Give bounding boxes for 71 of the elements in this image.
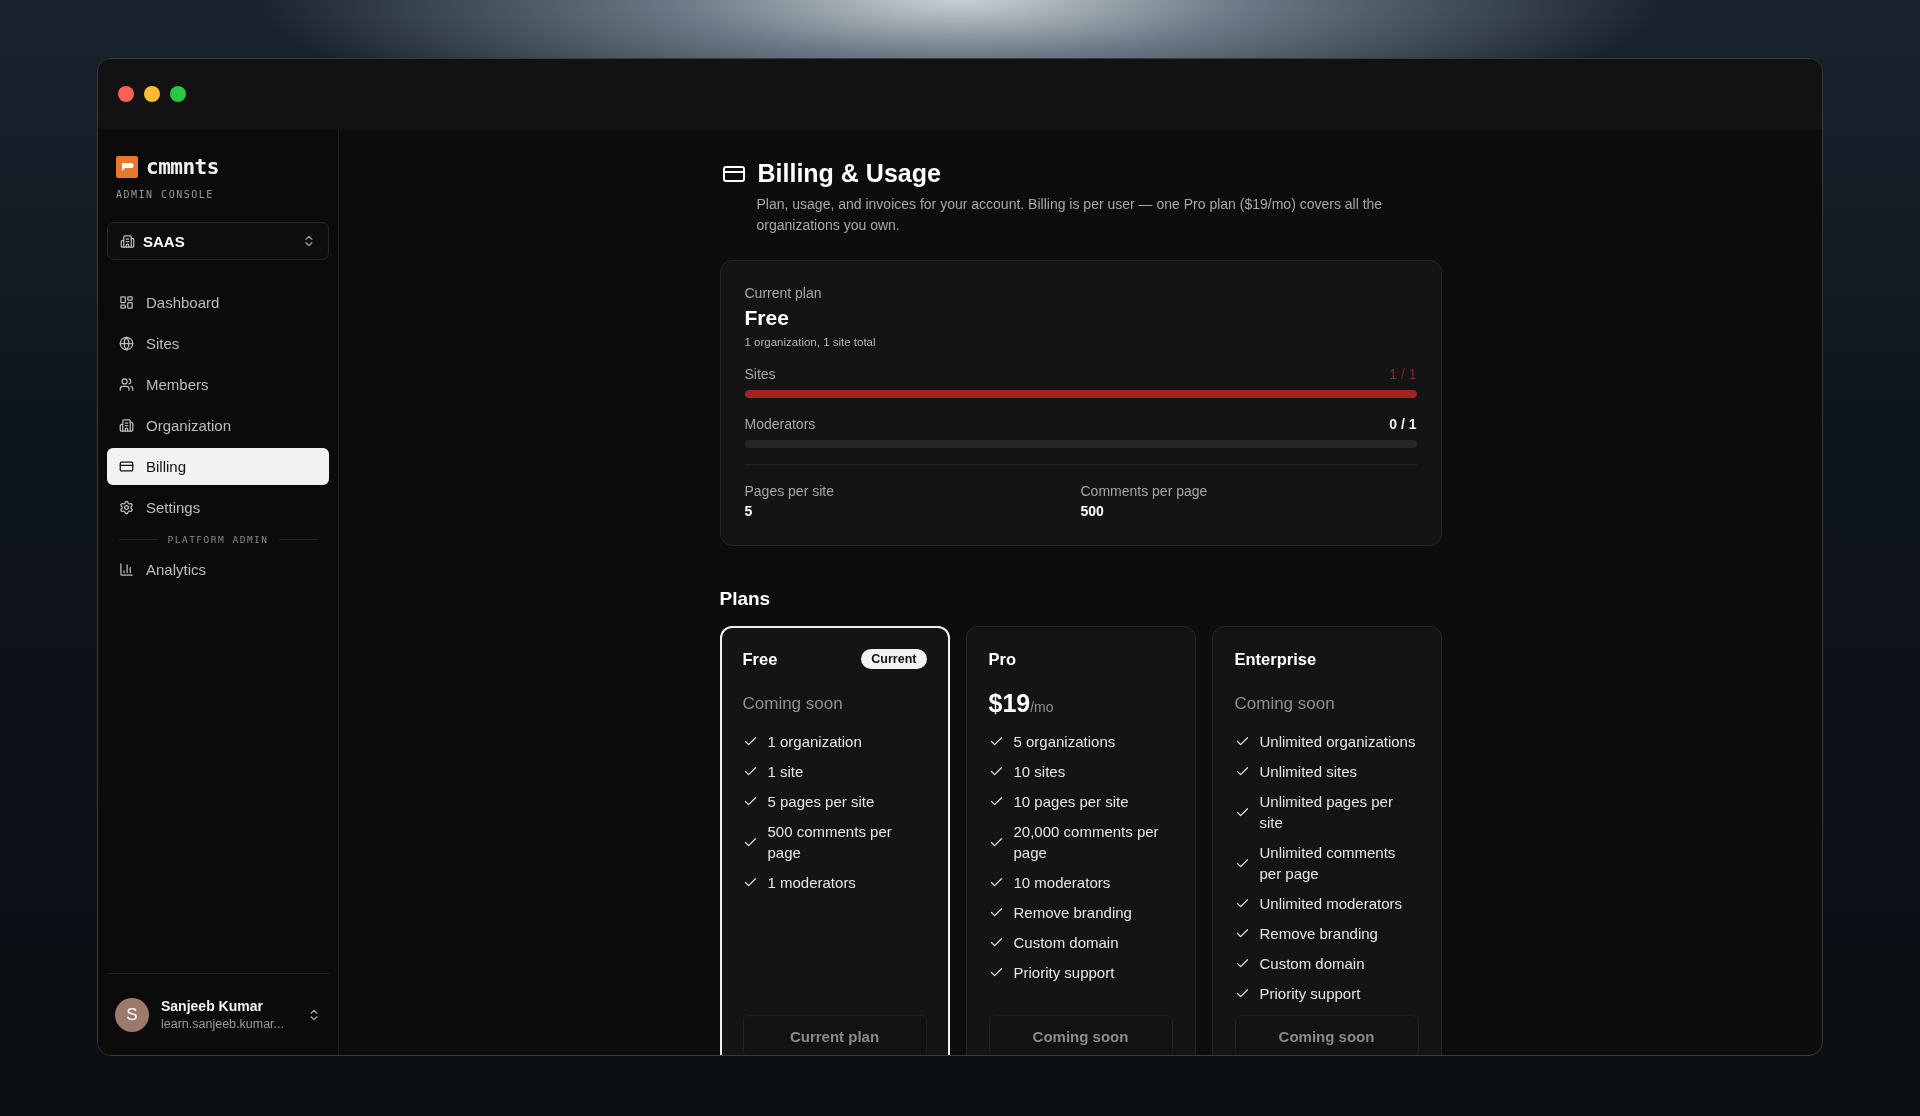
feature-text: 10 moderators (1013, 873, 1111, 893)
sidebar-item[interactable]: Billing (107, 448, 329, 485)
sidebar-item[interactable]: Members (107, 366, 329, 403)
bar-chart-icon (119, 562, 134, 577)
feature-text: Unlimited pages per site (1259, 792, 1394, 833)
feature-text: 1 site (767, 762, 804, 782)
avatar: S (115, 997, 149, 1032)
feature-text: Remove branding (1013, 903, 1132, 923)
feature-text: Custom domain (1013, 933, 1119, 953)
feature-text: Priority support (1259, 984, 1361, 1004)
feature-text: 500 comments per page (767, 822, 893, 863)
globe-icon (119, 336, 134, 351)
building-icon (120, 233, 135, 249)
dashboard-icon (119, 295, 134, 310)
plan-summary: 1 organization, 1 site total (744, 336, 877, 348)
console-label: ADMIN CONSOLE (115, 189, 215, 200)
user-name: Sanjeeb Kumar (161, 998, 264, 1014)
feature-text: Unlimited comments per page (1259, 843, 1397, 884)
feature-text: 10 pages per site (1013, 792, 1129, 812)
price-unit: /mo (1030, 699, 1054, 715)
feature-text: 10 sites (1013, 762, 1066, 782)
page-description: Plan, usage, and invoices for your account. Billing is per user — one Pro plan ($19/mo) covers all the organizations you own. (756, 195, 1384, 235)
limit-label: Comments per page (1080, 483, 1209, 499)
price-note: Coming soon (742, 693, 844, 715)
limit-value: 5 (744, 503, 754, 519)
users-icon (119, 377, 134, 392)
feature-text: Unlimited moderators (1259, 894, 1403, 914)
feature-text: Unlimited sites (1259, 762, 1358, 782)
feature-text: Priority support (1013, 963, 1115, 983)
feature-text: Remove branding (1259, 924, 1378, 944)
plan-title: Enterprise (1234, 649, 1317, 669)
feature-text: 1 moderators (767, 873, 856, 893)
brand-name: cmmnts (146, 155, 219, 179)
plan-price: $19 (988, 689, 1031, 718)
feature-text: Unlimited organizations (1259, 732, 1416, 752)
building-icon (119, 418, 134, 433)
section-title: Plans (719, 588, 772, 610)
price-note: Coming soon (1234, 693, 1336, 715)
close-button[interactable] (118, 86, 134, 102)
current-badge: Current (861, 649, 927, 669)
meter-reading: 1 / 1 (1389, 366, 1417, 382)
feature-text: 5 organizations (1013, 732, 1116, 752)
page-title: Billing & Usage (757, 159, 941, 188)
feature-text: Custom domain (1259, 954, 1365, 974)
plan-title: Pro (988, 649, 1016, 669)
organization-select[interactable]: SAAS (107, 222, 329, 260)
plan-title: Free (742, 649, 778, 669)
sidebar-item[interactable]: Analytics (107, 551, 329, 588)
plan-name: Free (744, 306, 790, 330)
sidebar-item[interactable]: Sites (107, 325, 329, 362)
feature-text: 1 organization (767, 732, 862, 752)
maximize-button[interactable] (170, 86, 186, 102)
user-email: learn.sanjeeb.kumar... (161, 1017, 285, 1031)
user-menu[interactable]: S Sanjeeb Kumar learn.sanjeeb.kumar... (107, 973, 329, 1055)
sidebar-item[interactable]: Organization (107, 407, 329, 444)
meter-label: Sites (744, 366, 776, 382)
limit-label: Pages per site (744, 483, 835, 499)
plan-label: Current plan (744, 285, 823, 301)
chevrons-icon (307, 1007, 321, 1022)
logo-icon (116, 156, 138, 178)
meter-reading: 0 / 1 (1389, 416, 1417, 432)
settings-icon (119, 500, 134, 515)
meter-label: Moderators (744, 416, 816, 432)
feature-text: 20,000 comments per page (1013, 822, 1160, 863)
credit-card-icon (119, 459, 134, 474)
minimize-button[interactable] (144, 86, 160, 102)
limit-value: 500 (1080, 503, 1105, 519)
section-label: PLATFORM ADMIN (167, 534, 269, 545)
sidebar-item[interactable]: Settings (107, 489, 329, 526)
sidebar-item[interactable]: Dashboard (107, 284, 329, 321)
feature-text: 5 pages per site (767, 792, 875, 812)
